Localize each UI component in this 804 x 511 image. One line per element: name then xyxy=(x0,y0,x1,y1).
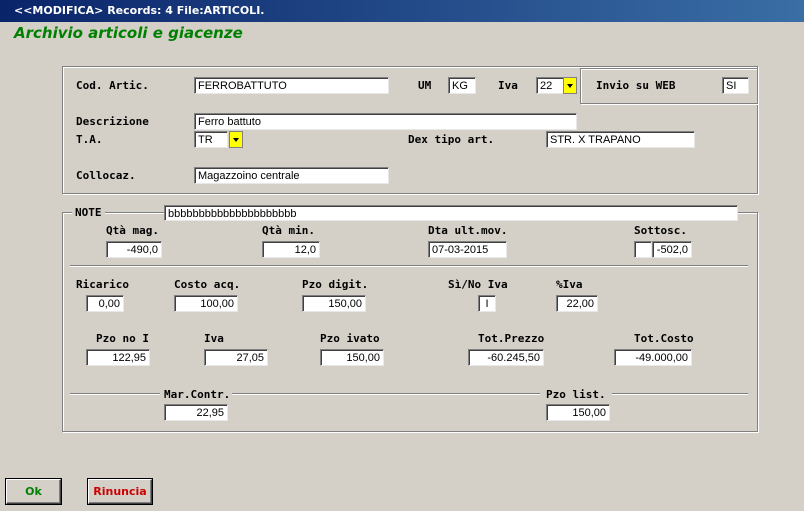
margin-separator-left xyxy=(70,393,160,395)
ricarico-label: Ricarico xyxy=(76,278,129,291)
dex-tipo-label: Dex tipo art. xyxy=(408,133,495,146)
tot-prezzo-field[interactable]: -60.245,50 xyxy=(468,349,544,366)
qta-mag-field[interactable]: -490,0 xyxy=(106,241,162,258)
sottosc-label: Sottosc. xyxy=(634,224,687,237)
costo-acq-label: Costo acq. xyxy=(174,278,241,291)
iva-value-label: Iva xyxy=(204,332,224,345)
ta-label: T.A. xyxy=(76,133,103,146)
tot-costo-label: Tot.Costo xyxy=(634,332,694,345)
sottosc-flag-field[interactable] xyxy=(634,241,652,258)
perc-iva-field[interactable]: 22,00 xyxy=(556,295,598,312)
invio-web-field[interactable]: SI xyxy=(722,77,749,94)
si-no-iva-field[interactable]: I xyxy=(478,295,496,312)
mar-contr-label: Mar.Contr. xyxy=(164,388,231,401)
descrizione-label: Descrizione xyxy=(76,115,149,128)
margin-separator-middle xyxy=(232,393,540,395)
note-field[interactable]: bbbbbbbbbbbbbbbbbbbbb xyxy=(164,205,738,221)
rinuncia-button[interactable]: Rinuncia xyxy=(87,478,153,505)
pzo-digit-label: Pzo digit. xyxy=(302,278,369,291)
pzo-no-i-field[interactable]: 122,95 xyxy=(86,349,150,366)
cod-artic-field[interactable]: FERROBATTUTO xyxy=(194,77,389,94)
iva-value-field[interactable]: 27,05 xyxy=(204,349,268,366)
um-label: UM xyxy=(418,79,432,92)
qta-min-label: Qtà min. xyxy=(262,224,315,237)
invio-web-label: Invio su WEB xyxy=(596,79,676,92)
pzo-ivato-label: Pzo ivato xyxy=(320,332,380,345)
margin-separator-right xyxy=(612,393,748,395)
pzo-ivato-field[interactable]: 150,00 xyxy=(320,349,384,366)
note-label: NOTE xyxy=(72,206,105,219)
pzo-list-label: Pzo list. xyxy=(546,388,606,401)
sottosc-field[interactable]: -502,0 xyxy=(652,241,692,258)
qta-min-field[interactable]: 12,0 xyxy=(262,241,320,258)
iva-select[interactable]: 22 xyxy=(536,77,564,94)
iva-label: Iva xyxy=(498,79,518,92)
pzo-no-i-label: Pzo no I xyxy=(96,332,149,345)
tot-prezzo-label: Tot.Prezzo xyxy=(478,332,545,345)
mar-contr-field[interactable]: 22,95 xyxy=(164,404,228,421)
ta-dropdown-arrow-icon[interactable] xyxy=(229,131,243,148)
descrizione-field[interactable]: Ferro battuto xyxy=(194,113,577,130)
page-title: Archivio articoli e giacenze xyxy=(14,24,243,42)
ricarico-field[interactable]: 0,00 xyxy=(86,295,124,312)
window-title: <<MODIFICA> Records: 4 File:ARTICOLI. xyxy=(0,0,804,22)
collocaz-field[interactable]: Magazzoino centrale xyxy=(194,167,389,184)
costo-acq-field[interactable]: 100,00 xyxy=(174,295,238,312)
collocaz-label: Collocaz. xyxy=(76,169,136,182)
dex-tipo-field[interactable]: STR. X TRAPANO xyxy=(546,131,695,148)
tot-costo-field[interactable]: -49.000,00 xyxy=(614,349,692,366)
ok-button[interactable]: Ok xyxy=(5,478,62,505)
qta-mag-label: Qtà mag. xyxy=(106,224,159,237)
pzo-digit-field[interactable]: 150,00 xyxy=(302,295,366,312)
iva-dropdown-arrow-icon[interactable] xyxy=(563,77,577,94)
separator-line xyxy=(70,265,748,267)
cod-artic-label: Cod. Artic. xyxy=(76,79,149,92)
si-no-iva-label: Sì/No Iva xyxy=(448,278,508,291)
um-field[interactable]: KG xyxy=(448,77,476,94)
perc-iva-label: %Iva xyxy=(556,278,583,291)
dta-ult-mov-label: Dta ult.mov. xyxy=(428,224,508,237)
pzo-list-field[interactable]: 150,00 xyxy=(546,404,610,421)
ta-select[interactable]: TR xyxy=(194,131,228,148)
dta-ult-mov-field[interactable]: 07-03-2015 xyxy=(428,241,507,258)
